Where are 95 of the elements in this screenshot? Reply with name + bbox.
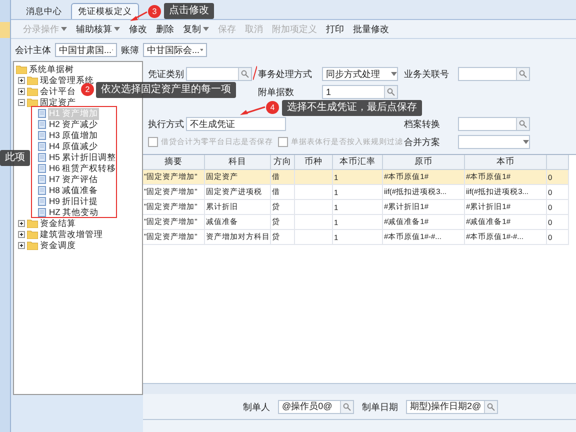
- column-header: [547, 155, 569, 170]
- search-icon: [519, 120, 527, 128]
- arrow-icon: [240, 106, 266, 115]
- tree-item[interactable]: H4 原值减少: [48, 140, 100, 152]
- archive-field[interactable]: [458, 117, 530, 131]
- tree-item[interactable]: H9 折旧计提: [48, 196, 100, 208]
- folder-icon: [27, 98, 38, 107]
- document-icon: [38, 120, 46, 129]
- document-icon: [38, 131, 46, 140]
- caret-icon: [200, 48, 203, 52]
- folder-icon: [27, 219, 38, 228]
- field-label: 制单日期: [362, 400, 398, 412]
- table-cell: [295, 185, 333, 200]
- search-icon: [487, 402, 496, 410]
- callout-text: 选择不生成凭证，最后点保存: [282, 100, 422, 116]
- document-icon: [38, 142, 46, 151]
- process-select[interactable]: 同步方式处理: [322, 67, 398, 81]
- document-icon: [38, 164, 46, 173]
- exec-mode-field[interactable]: 不生成凭证: [186, 117, 286, 131]
- tree-item[interactable]: 系统单据树: [29, 64, 74, 76]
- field-label: 合并方案: [404, 136, 441, 148]
- tree-item[interactable]: H5 累计折旧调整: [48, 152, 118, 164]
- caret-icon: [523, 140, 529, 144]
- table-cell: [295, 200, 333, 215]
- column-header: 本币: [465, 155, 547, 170]
- column-header: 本币汇率: [333, 155, 383, 170]
- folder-icon: [16, 65, 27, 74]
- tree-item[interactable]: 资金调度: [40, 240, 76, 252]
- callout-text: 点击修改: [164, 3, 214, 19]
- expand-icon[interactable]: [18, 77, 25, 84]
- search-icon: [519, 70, 527, 78]
- toolbar-button[interactable]: 修改: [129, 22, 147, 36]
- document-icon: [38, 175, 46, 184]
- tree-item[interactable]: H7 资产评估: [48, 174, 100, 186]
- column-header: 方向: [271, 155, 295, 170]
- expand-icon[interactable]: [18, 242, 25, 249]
- column-header: 科目: [205, 155, 271, 170]
- column-header: 原币: [383, 155, 465, 170]
- tree-item[interactable]: H3 原值增加: [48, 130, 100, 142]
- entity-select[interactable]: 中国甘肃国...: [55, 43, 117, 57]
- table-cell: [295, 215, 333, 230]
- search-icon: [241, 70, 249, 78]
- document-icon: [38, 186, 46, 195]
- toolbar-button[interactable]: 辅助核算: [76, 22, 120, 36]
- tree-item[interactable]: 会计平台: [40, 86, 76, 98]
- leader-line: [253, 66, 257, 80]
- expand-icon[interactable]: [18, 231, 25, 238]
- tree-item[interactable]: 资金结算: [40, 218, 76, 230]
- field-label: 事务处理方式: [258, 68, 313, 80]
- tree-item[interactable]: H6 租赁产权转移: [48, 162, 118, 174]
- toolbar-button[interactable]: 删除: [156, 22, 174, 36]
- scrollbar[interactable]: [143, 383, 576, 394]
- callout-text: 依次选择固定资产里的每一项: [96, 82, 236, 98]
- folder-icon: [27, 76, 38, 85]
- folder-icon: [27, 241, 38, 250]
- search-icon: [343, 402, 351, 410]
- document-icon: [38, 153, 46, 162]
- tree-item[interactable]: 建筑营改增管理: [40, 228, 103, 240]
- column-header: 摘要: [143, 155, 205, 170]
- field-label: 附单据数: [258, 86, 295, 98]
- table-cell: [295, 230, 333, 245]
- search-icon: [387, 88, 395, 96]
- document-icon: [38, 109, 46, 118]
- tab[interactable]: 消息中心: [19, 3, 69, 19]
- tree-item[interactable]: 固定资产: [40, 96, 76, 108]
- toolbar-button[interactable]: 打印: [326, 22, 344, 36]
- caret-icon: [391, 72, 397, 76]
- folder-icon: [27, 230, 38, 239]
- document-icon: [38, 197, 46, 206]
- maker-field[interactable]: @操作员0@: [278, 400, 354, 414]
- tree-item[interactable]: HZ 其他变动: [48, 206, 100, 218]
- field-label: 业务关联号: [404, 68, 450, 80]
- book-select[interactable]: 中甘国际会...: [143, 43, 207, 57]
- tab[interactable]: 凭证模板定义: [71, 3, 139, 19]
- collapse-icon[interactable]: [18, 99, 25, 106]
- tree-item[interactable]: H8 减值准备: [48, 184, 100, 196]
- toolbar-button[interactable]: 复制: [183, 22, 209, 36]
- field-label: 会计主体: [15, 44, 51, 56]
- field-label: 制单人: [243, 400, 270, 412]
- tree-item[interactable]: H2 资产减少: [48, 118, 100, 130]
- column-header: 币种: [295, 155, 333, 170]
- field-label: 账簿: [121, 44, 139, 56]
- attach-count-field[interactable]: 1: [322, 85, 398, 99]
- toolbar-button[interactable]: 批量修改: [353, 22, 389, 36]
- expand-icon[interactable]: [18, 220, 25, 227]
- document-icon: [38, 208, 46, 217]
- date-field[interactable]: 期型)操作日期2@: [406, 400, 498, 414]
- field-label: 档案转换: [404, 118, 441, 130]
- table-cell: [295, 170, 333, 185]
- arrow-icon: [130, 11, 148, 21]
- voucher-type-field[interactable]: [186, 67, 252, 81]
- relation-field[interactable]: [458, 67, 530, 81]
- expand-icon[interactable]: [18, 88, 25, 95]
- callout-text: 此项: [0, 150, 30, 166]
- folder-icon: [27, 87, 38, 96]
